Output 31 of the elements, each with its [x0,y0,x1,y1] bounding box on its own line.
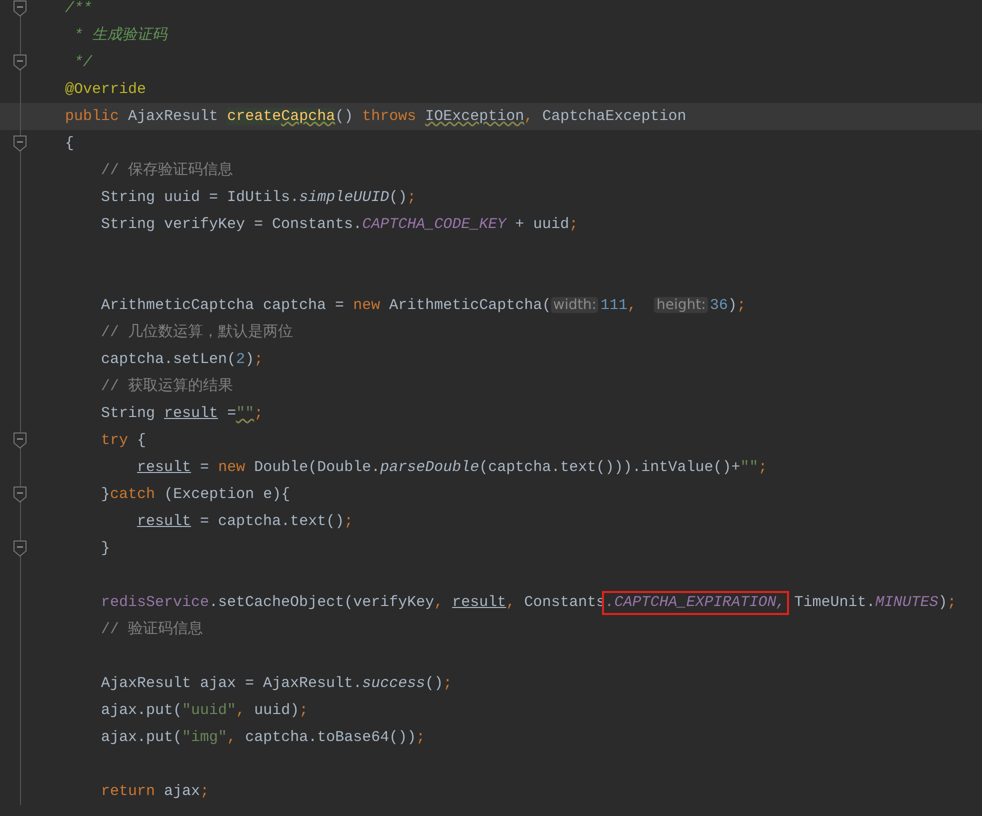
code-line: @Override [65,80,146,100]
fold-icon[interactable] [13,432,27,449]
code-line: String verifyKey = Constants.CAPTCHA_CODE_KEY + uuid; [100,215,578,235]
code-line: redisService.setCacheObject(verifyKey, result, Constants.CAPTCHA_EXPIRATION, TimeUnit.MINUTES); [65,589,956,616]
code-line: // 获取运算的结果 [100,376,234,397]
code-line: ajax.put("uuid", uuid); [100,701,308,721]
code-line: return ajax; [100,782,210,802]
code-line: String uuid = IdUtils.simpleUUID(); [100,188,416,208]
fold-icon[interactable] [13,486,27,503]
code-line: AjaxResult ajax = AjaxResult.success(); [100,674,452,694]
fold-icon[interactable] [13,135,27,152]
code-line: ajax.put("img", captcha.toBase64()); [100,728,426,748]
code-line: */ [73,53,92,73]
code-line: // 几位数运算，默认是两位 [100,322,294,343]
code-line: // 保存验证码信息 [100,160,234,181]
code-line: String result =""; [100,404,264,424]
fold-icon[interactable] [13,540,27,557]
code-line: result = captcha.text(); [136,512,354,532]
code-line: * 生成验证码 [73,26,168,46]
code-line: result = new Double(Double.parseDouble(captcha.text())).intValue()+""; [136,458,768,478]
code-line: ArithmeticCaptcha captcha = new ArithmeticCaptcha(width: 111, height: 36); [100,296,746,316]
code-line: } [100,539,110,559]
code-line: /** [65,0,92,19]
code-line: public AjaxResult createCapcha() throws IOException, CaptchaException [65,107,686,127]
code-line: try { [100,431,146,451]
code-line: { [65,134,74,154]
code-line: }catch (Exception e){ [100,485,290,505]
fold-icon[interactable] [13,54,27,71]
fold-icon[interactable] [13,0,27,17]
code-line: captcha.setLen(2); [100,350,264,370]
code-line: // 验证码信息 [100,620,204,640]
